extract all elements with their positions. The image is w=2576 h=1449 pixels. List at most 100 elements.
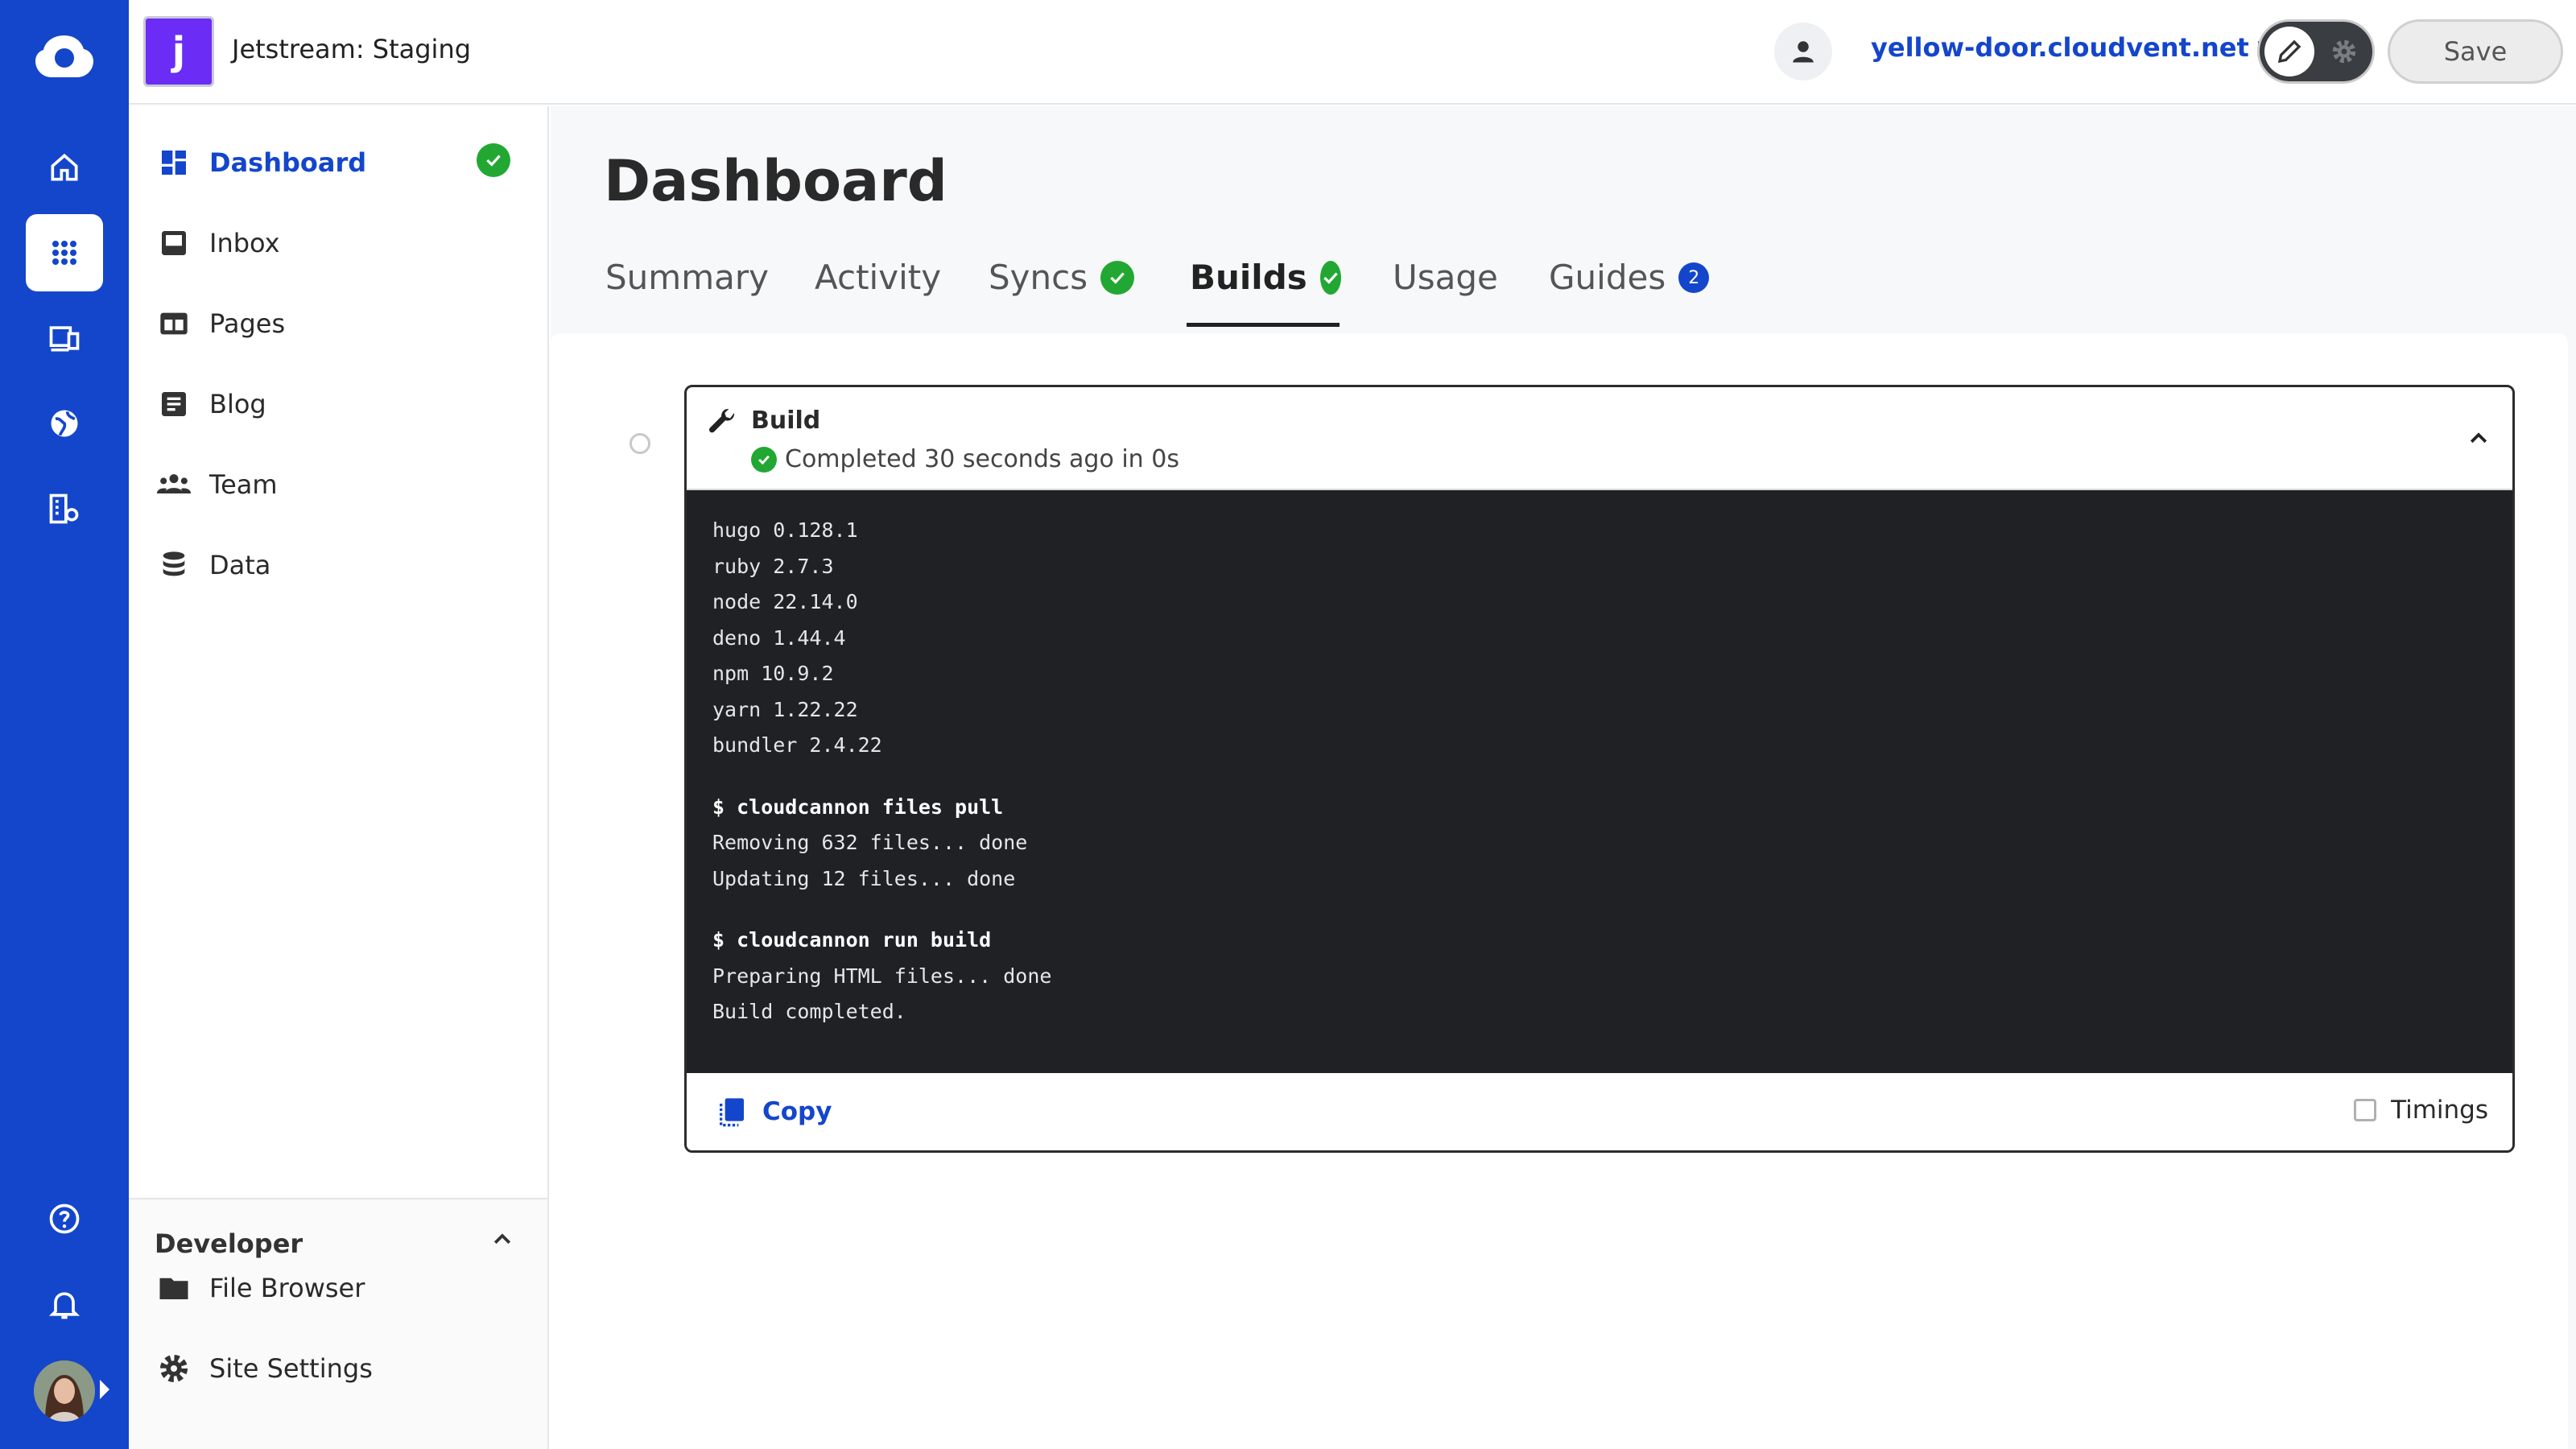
rail-organization-button[interactable] xyxy=(26,470,103,547)
top-bar: j Jetstream: Staging yellow-door.cloudve… xyxy=(129,0,2576,105)
timeline-dot xyxy=(630,433,650,454)
copy-icon xyxy=(720,1098,744,1127)
inbox-icon xyxy=(156,225,192,261)
grid-icon xyxy=(52,240,77,266)
syncs-check-icon xyxy=(1100,261,1135,295)
log-line: deno 1.44.4 xyxy=(712,625,846,650)
sidebar-item-label: Site Settings xyxy=(209,1353,373,1384)
sidebar-item-team[interactable]: Team xyxy=(156,460,278,509)
rail-home-button[interactable] xyxy=(26,129,103,206)
build-title: Build xyxy=(751,407,821,435)
sidebar-item-file-browser[interactable]: File Browser xyxy=(156,1264,365,1312)
sidebar-item-data[interactable]: Data xyxy=(156,541,270,589)
gear-icon xyxy=(2324,31,2364,72)
site-sidebar: Dashboard Inbox Pages Blog Team Data Dev… xyxy=(129,106,549,1449)
tab-builds[interactable]: Builds xyxy=(1187,243,1341,327)
sidebar-item-blog[interactable]: Blog xyxy=(156,380,266,428)
log-line: node 22.14.0 xyxy=(712,590,858,613)
copy-log-button[interactable]: Copy xyxy=(716,1096,832,1128)
tab-usage[interactable]: Usage xyxy=(1393,243,1498,327)
dashboard-tabs: Summary Activity Syncs Builds Usage Guid… xyxy=(551,243,2576,327)
sidebar-item-label: File Browser xyxy=(209,1273,365,1303)
sidebar-item-pages[interactable]: Pages xyxy=(156,299,285,348)
build-status: Completed 30 seconds ago in 0s xyxy=(751,445,1179,473)
log-line: Removing 632 files... done xyxy=(712,831,1028,854)
build-card: Build Completed 30 seconds ago in 0s hug… xyxy=(684,385,2515,1153)
tab-label: Guides xyxy=(1549,258,1666,297)
log-line: yarn 1.22.22 xyxy=(712,697,858,721)
page-title: Dashboard xyxy=(604,148,947,214)
sidebar-item-label: Inbox xyxy=(209,228,280,258)
log-line: hugo 0.128.1 xyxy=(712,518,858,542)
pages-icon xyxy=(156,306,192,341)
guides-count-badge: 2 xyxy=(1678,262,1710,293)
log-command: $ cloudcannon files pull xyxy=(712,795,1004,819)
rail-notifications-button[interactable] xyxy=(26,1265,103,1343)
account-button[interactable] xyxy=(1774,23,1832,80)
timings-toggle[interactable]: Timings xyxy=(2354,1096,2488,1125)
data-icon xyxy=(156,547,192,583)
sidebar-item-dashboard[interactable]: Dashboard xyxy=(156,138,366,187)
sidebar-item-site-settings[interactable]: Site Settings xyxy=(156,1344,373,1393)
log-command: $ cloudcannon run build xyxy=(712,928,992,952)
site-name[interactable]: Jetstream: Staging xyxy=(232,34,471,64)
success-check-icon xyxy=(751,446,777,473)
user-avatar[interactable] xyxy=(34,1360,95,1422)
tab-activity[interactable]: Activity xyxy=(815,243,941,327)
bell-icon xyxy=(48,1292,80,1319)
active-tab-indicator xyxy=(1187,323,1340,327)
folder-icon xyxy=(156,1270,192,1306)
tab-label: Usage xyxy=(1393,258,1498,297)
save-button[interactable]: Save xyxy=(2388,19,2563,84)
building-icon xyxy=(49,493,79,524)
dashboard-icon xyxy=(156,145,192,180)
sidebar-item-label: Team xyxy=(209,469,278,500)
sidebar-item-label: Dashboard xyxy=(209,147,367,178)
tab-guides[interactable]: Guides 2 xyxy=(1549,243,1710,327)
tab-label: Summary xyxy=(605,258,769,297)
wrench-icon xyxy=(708,408,735,433)
devices-icon xyxy=(49,326,80,352)
blog-icon xyxy=(156,386,192,422)
tab-summary[interactable]: Summary xyxy=(605,243,769,327)
log-line: Preparing HTML files... done xyxy=(712,964,1052,988)
dashboard-status-check-icon xyxy=(477,143,510,177)
rail-apps-button[interactable] xyxy=(26,214,103,291)
build-log: hugo 0.128.1 ruby 2.7.3 node 22.14.0 den… xyxy=(687,490,2512,1073)
collapse-chevron-icon[interactable] xyxy=(2462,423,2495,455)
builds-check-icon xyxy=(1319,261,1341,295)
build-header[interactable]: Build Completed 30 seconds ago in 0s xyxy=(687,387,2512,490)
sidebar-item-label: Blog xyxy=(209,389,266,419)
gear-icon xyxy=(156,1351,192,1386)
rail-help-button[interactable] xyxy=(26,1180,103,1257)
sidebar-item-label: Pages xyxy=(209,308,286,339)
build-status-text: Completed 30 seconds ago in 0s xyxy=(785,445,1179,473)
app-rail xyxy=(0,0,129,1449)
log-line: npm 10.9.2 xyxy=(712,662,834,685)
tab-label: Syncs xyxy=(989,258,1088,297)
log-line: Build completed. xyxy=(712,1000,906,1023)
sidebar-item-label: Data xyxy=(209,550,271,580)
site-url-link[interactable]: yellow-door.cloudvent.net xyxy=(1871,32,2277,63)
site-url-text: yellow-door.cloudvent.net xyxy=(1871,32,2249,63)
site-avatar[interactable]: j xyxy=(143,16,214,87)
rail-devices-button[interactable] xyxy=(26,299,103,377)
log-line: ruby 2.7.3 xyxy=(712,554,834,578)
log-line: bundler 2.4.22 xyxy=(712,733,882,757)
edit-mode-toggle[interactable] xyxy=(2257,19,2375,84)
person-icon xyxy=(1793,41,1814,63)
tab-label: Activity xyxy=(815,258,942,297)
tab-syncs[interactable]: Syncs xyxy=(989,243,1135,327)
sidebar-item-inbox[interactable]: Inbox xyxy=(156,219,280,267)
timings-label: Timings xyxy=(2391,1096,2488,1125)
developer-section-title[interactable]: Developer xyxy=(155,1228,303,1259)
log-line: Updating 12 files... done xyxy=(712,866,1016,890)
builds-panel: Build Completed 30 seconds ago in 0s hug… xyxy=(551,333,2568,1449)
team-icon xyxy=(156,467,192,502)
rail-globe-button[interactable] xyxy=(26,385,103,462)
developer-section: Developer File Browser Site Settings xyxy=(129,1198,547,1449)
timings-checkbox[interactable] xyxy=(2354,1099,2377,1121)
avatar-caret-icon[interactable] xyxy=(100,1380,109,1399)
cloudcannon-logo-icon[interactable] xyxy=(35,32,93,84)
chevron-up-icon[interactable] xyxy=(486,1224,518,1256)
